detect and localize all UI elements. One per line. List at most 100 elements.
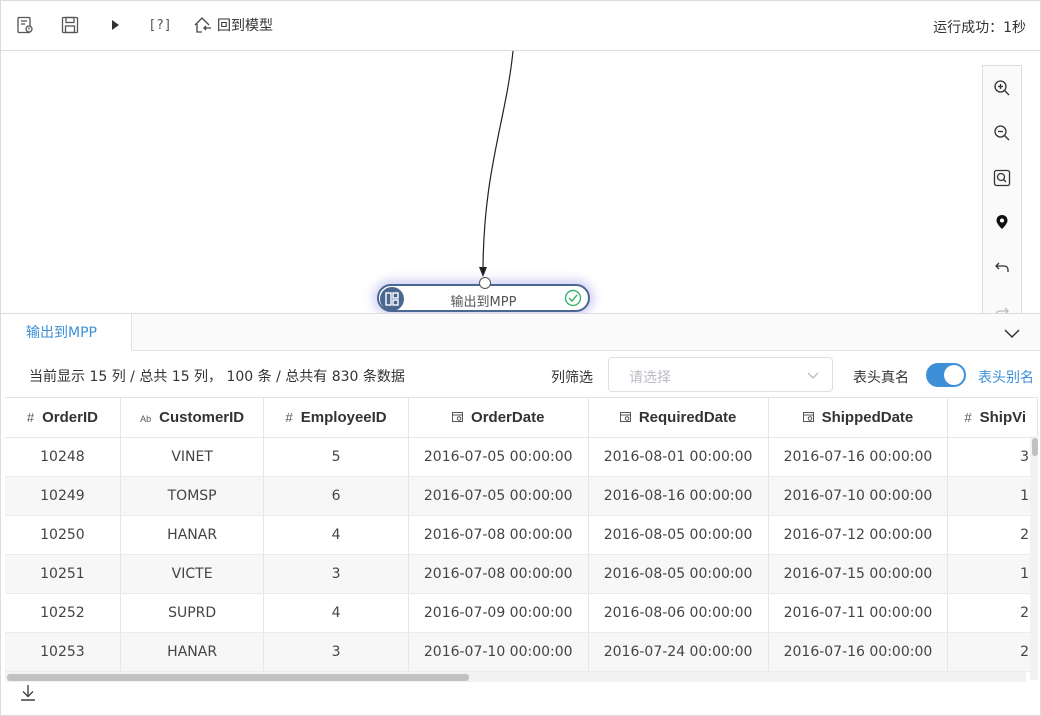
table-cell: 4: [263, 593, 409, 633]
connection-edge: [479, 51, 514, 277]
table-row[interactable]: 10253 HANAR 3 2016-07-10 00:00:00 2016-07-24…: [5, 632, 1038, 672]
table-cell: VINET: [120, 437, 265, 477]
fit-view-icon[interactable]: [992, 168, 1012, 188]
table-row[interactable]: 10248 VINET 5 2016-07-05 00:00:00 2016-08-01…: [5, 437, 1038, 477]
table-cell: 1: [947, 476, 1038, 516]
number-type-icon: #: [964, 409, 972, 425]
zoom-out-icon[interactable]: [992, 123, 1012, 143]
input-port[interactable]: [479, 277, 491, 289]
run-status: 运行成功：1秒: [933, 20, 1026, 36]
number-type-icon: #: [26, 409, 35, 425]
table-cell: 10249: [5, 476, 121, 516]
table-cell: 2016-07-08 00:00:00: [408, 515, 589, 555]
table-cell: 2016-08-16 00:00:00: [588, 476, 769, 516]
table-cell: 2016-07-10 00:00:00: [768, 476, 949, 516]
table-cell: 4: [263, 515, 409, 555]
table-cell: 2016-07-10 00:00:00: [408, 632, 589, 672]
table-cell: 3: [947, 437, 1038, 477]
success-check-icon: [564, 289, 582, 307]
header-real-name-label: 表头真名: [853, 370, 909, 386]
tab-output-mpp[interactable]: 输出到MPP: [1, 314, 132, 351]
top-toolbar: [?] 回到模型 运行成功：1秒: [0, 0, 1041, 51]
home-back-icon: [194, 17, 211, 33]
chevron-down-icon: [807, 372, 819, 379]
date-type-icon: [452, 411, 464, 422]
column-filter-select[interactable]: 请选择: [608, 357, 833, 392]
column-header[interactable]: # ShipVi: [947, 398, 1038, 438]
table-cell: 2: [947, 593, 1038, 633]
table-cell: 2016-07-05 00:00:00: [408, 437, 589, 477]
data-table: # OrderID Ab CustomerID # EmployeeID OrderD…: [5, 397, 1038, 680]
column-filter-placeholder: 请选择: [629, 370, 671, 386]
column-header[interactable]: Ab CustomerID: [120, 398, 265, 438]
back-to-model-button[interactable]: 回到模型: [193, 14, 273, 36]
table-cell: 2016-07-11 00:00:00: [768, 593, 949, 633]
table-cell: 2016-07-16 00:00:00: [768, 632, 949, 672]
column-header[interactable]: ShippedDate: [768, 398, 949, 438]
workflow-canvas[interactable]: 输出到MPP: [0, 51, 1041, 313]
table-cell: 3: [263, 554, 409, 594]
table-cell: 10251: [5, 554, 121, 594]
table-cell: 2016-08-05 00:00:00: [588, 554, 769, 594]
column-filter-label: 列筛选: [551, 370, 593, 386]
column-header[interactable]: OrderDate: [408, 398, 589, 438]
table-cell: 10252: [5, 593, 121, 633]
locate-icon[interactable]: [992, 212, 1012, 232]
node-label: 输出到MPP: [450, 295, 517, 310]
table-cell: 2: [947, 515, 1038, 555]
text-type-icon: Ab: [140, 413, 152, 424]
table-cell: 2016-08-05 00:00:00: [588, 515, 769, 555]
table-cell: SUPRD: [120, 593, 265, 633]
back-to-model-label: 回到模型: [217, 18, 273, 34]
table-cell: 2016-07-12 00:00:00: [768, 515, 949, 555]
date-type-icon: [802, 411, 814, 422]
column-header[interactable]: RequiredDate: [588, 398, 769, 438]
output-mpp-node[interactable]: 输出到MPP: [377, 277, 590, 312]
panel-tabbar: 输出到MPP: [1, 314, 1040, 351]
table-cell: 2016-08-06 00:00:00: [588, 593, 769, 633]
table-cell: 3: [263, 632, 409, 672]
table-cell: HANAR: [120, 515, 265, 555]
table-cell: 2016-07-08 00:00:00: [408, 554, 589, 594]
header-name-toggle[interactable]: [926, 363, 966, 387]
table-row[interactable]: 10251 VICTE 3 2016-07-08 00:00:00 2016-08-05…: [5, 554, 1038, 594]
table-row[interactable]: 10252 SUPRD 4 2016-07-09 00:00:00 2016-08-06…: [5, 593, 1038, 633]
table-cell: 10248: [5, 437, 121, 477]
table-row[interactable]: 10249 TOMSP 6 2016-07-05 00:00:00 2016-08-16…: [5, 476, 1038, 516]
run-icon[interactable]: [105, 15, 125, 35]
table-cell: 2016-08-01 00:00:00: [588, 437, 769, 477]
vertical-scrollbar[interactable]: [1030, 436, 1038, 680]
table-cell: 2016-07-16 00:00:00: [768, 437, 949, 477]
table-cell: 5: [263, 437, 409, 477]
table-cell: 2016-07-09 00:00:00: [408, 593, 589, 633]
chevron-down-icon[interactable]: [1002, 323, 1022, 343]
table-cell: HANAR: [120, 632, 265, 672]
horizontal-scrollbar[interactable]: [5, 672, 1026, 682]
table-cell: 10253: [5, 632, 121, 672]
zoom-in-icon[interactable]: [992, 78, 1012, 98]
table-cell: 2016-07-15 00:00:00: [768, 554, 949, 594]
help-icon[interactable]: [?]: [148, 15, 172, 35]
table-cell: 1: [947, 554, 1038, 594]
date-type-icon: [619, 411, 631, 422]
table-cell: 10250: [5, 515, 121, 555]
scroll-thumb[interactable]: [1032, 438, 1038, 456]
table-cell: VICTE: [120, 554, 265, 594]
data-preview-panel: 输出到MPP 当前显示 15 列 / 总共 15 列， 100 条 / 总共有 …: [0, 313, 1041, 716]
table-cell: 2016-07-24 00:00:00: [588, 632, 769, 672]
download-icon[interactable]: [18, 683, 38, 703]
zoom-toolbar: [982, 65, 1022, 313]
report-icon[interactable]: [15, 15, 35, 35]
header-alias-label[interactable]: 表头别名: [978, 367, 1034, 387]
undo-icon[interactable]: [992, 257, 1012, 277]
scroll-thumb[interactable]: [7, 674, 469, 681]
data-summary: 当前显示 15 列 / 总共 15 列， 100 条 / 总共有 830 条数据: [29, 369, 405, 385]
table-cell: 6: [263, 476, 409, 516]
column-header[interactable]: # OrderID: [5, 398, 121, 438]
table-cell: 2: [947, 632, 1038, 672]
save-icon[interactable]: [60, 15, 80, 35]
redo-icon[interactable]: [992, 302, 1012, 313]
toggle-knob: [944, 365, 964, 385]
table-row[interactable]: 10250 HANAR 4 2016-07-08 00:00:00 2016-08-05…: [5, 515, 1038, 555]
column-header[interactable]: # EmployeeID: [263, 398, 409, 438]
